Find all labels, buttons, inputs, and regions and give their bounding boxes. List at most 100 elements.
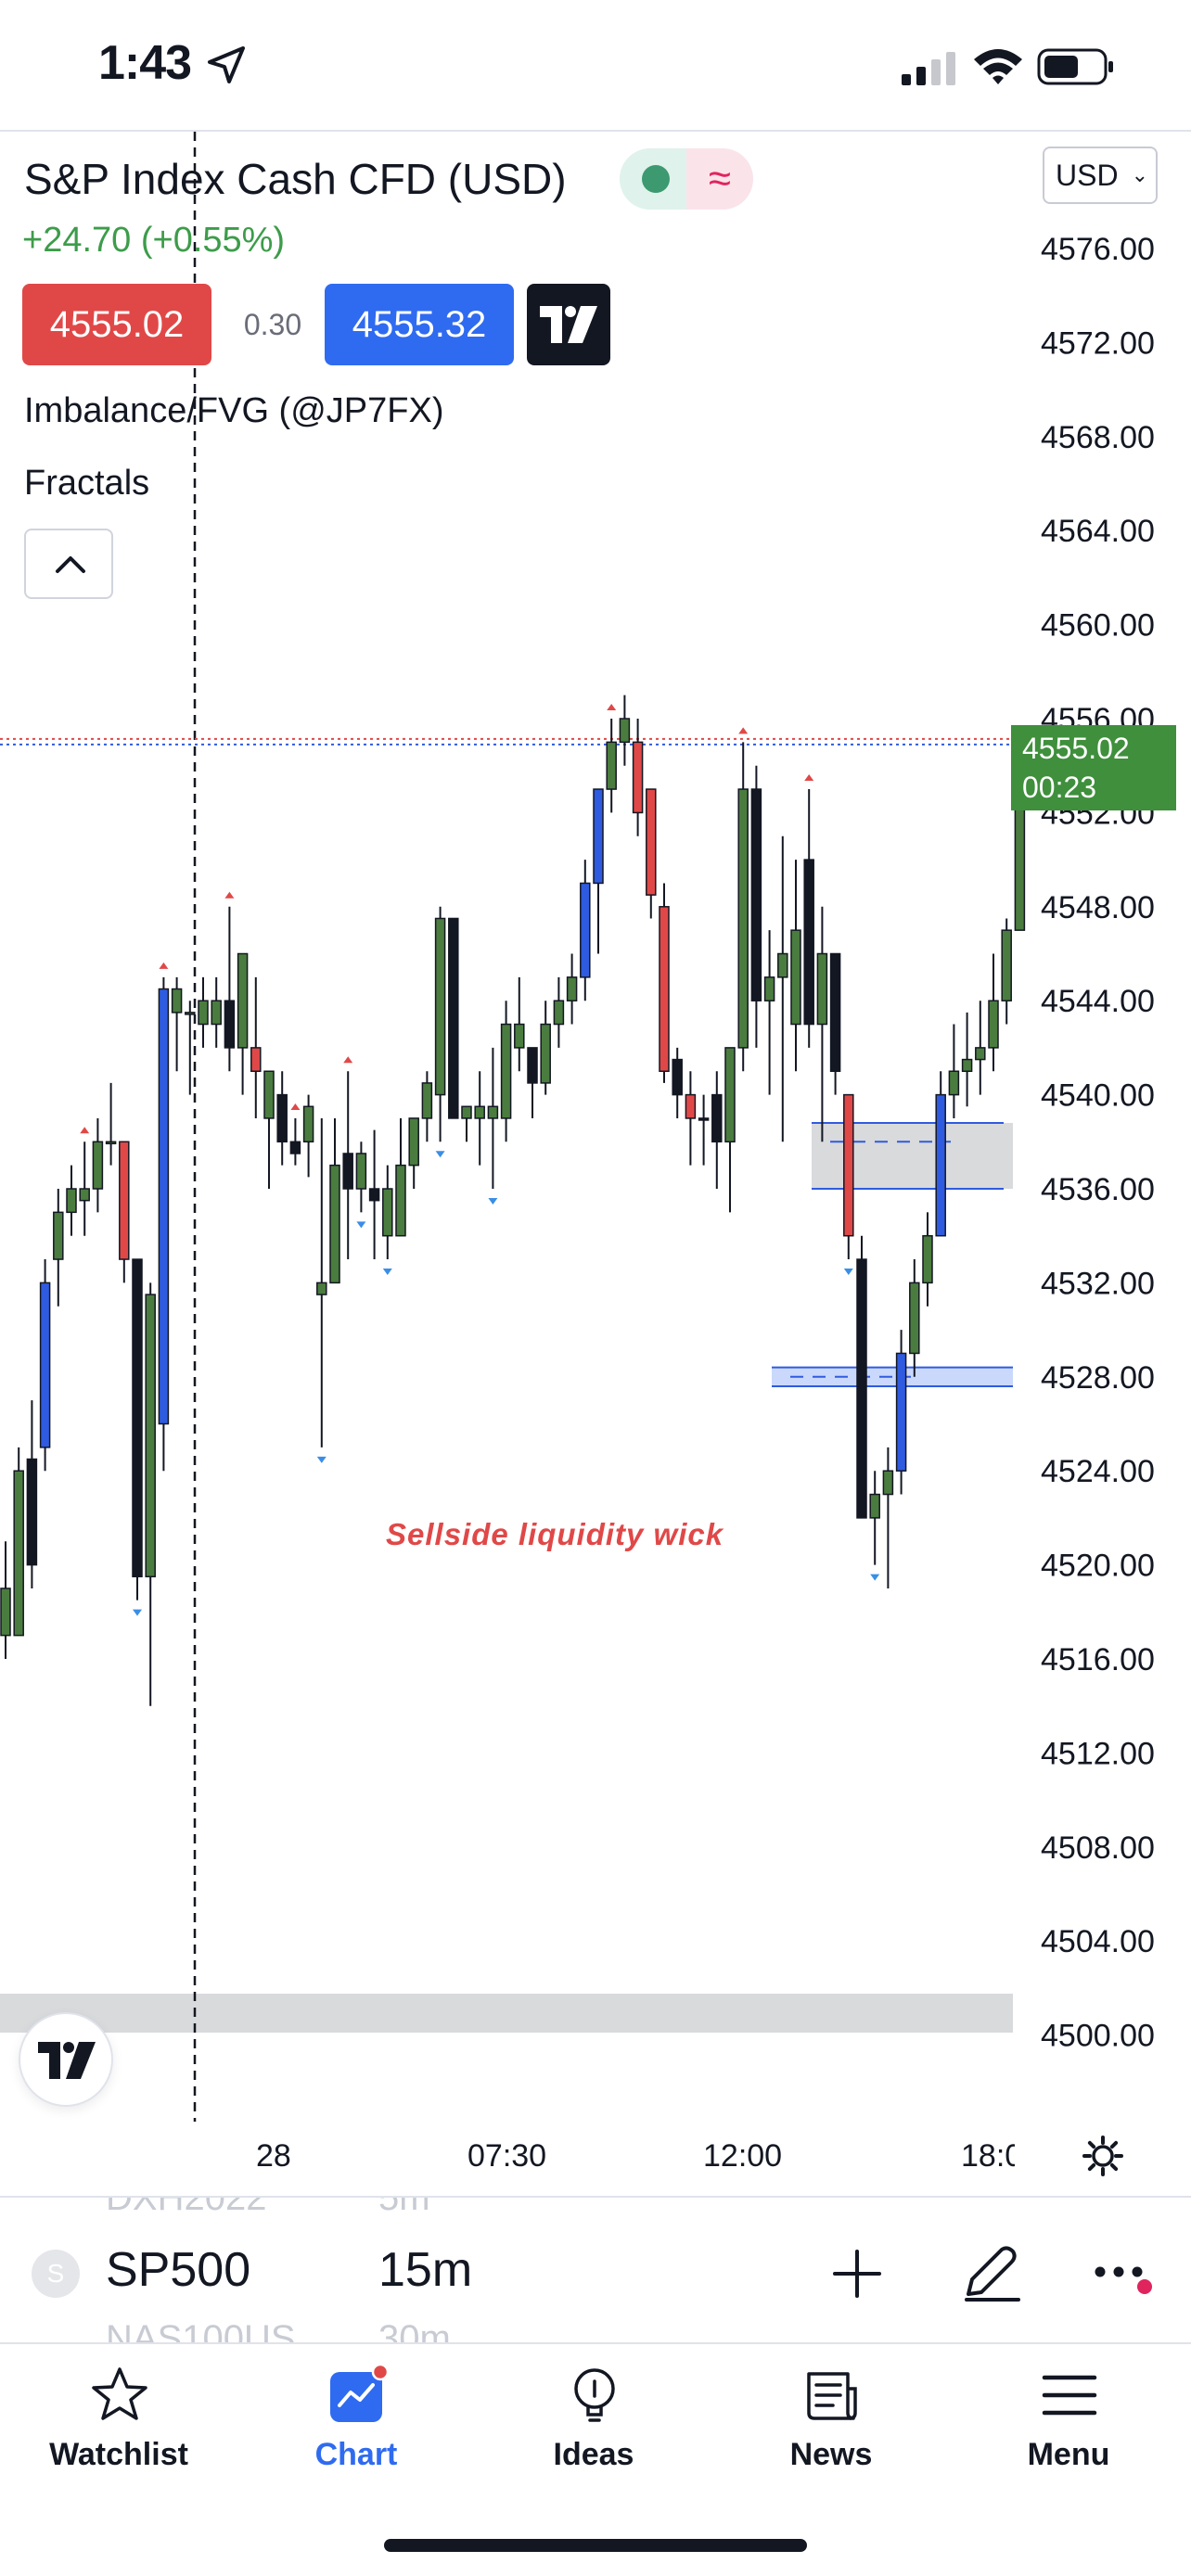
tradingview-floating-button[interactable] (19, 2012, 113, 2107)
nav-label: Menu (1027, 2437, 1110, 2472)
candle-body (619, 718, 631, 744)
candle-body (816, 952, 828, 1026)
candle-body (158, 988, 170, 1425)
price-axis-label: 4512.00 (1041, 1736, 1155, 1771)
candle-body (461, 1105, 472, 1119)
candle-body (514, 1023, 525, 1049)
last-price-label: 4555.02 00:23 (1011, 725, 1176, 810)
nav-chart[interactable]: Chart (237, 2344, 475, 2502)
drawing-tools-pen-icon[interactable] (959, 2238, 1024, 2303)
chart-settings-icon[interactable] (1082, 2135, 1124, 2177)
price-axis-label: 4500.00 (1041, 2019, 1155, 2054)
nav-ideas[interactable]: Ideas (475, 2344, 712, 2502)
fractal-up-marker (159, 962, 169, 969)
add-indicator-plus-icon[interactable] (829, 2246, 885, 2302)
candle-body (527, 1047, 538, 1084)
price-chart[interactable]: 4576.004572.004568.004564.004560.004556.… (0, 132, 1191, 2196)
candle-body (790, 929, 801, 1026)
price-axis-label: 4572.00 (1041, 325, 1155, 361)
candle-body (79, 1188, 90, 1202)
candle-body (53, 1211, 64, 1260)
candle-body (553, 1000, 565, 1026)
news-icon (807, 2372, 857, 2420)
candle-body (66, 1188, 77, 1214)
candle-body (777, 952, 788, 978)
candle-body (487, 1105, 499, 1119)
symbol-title[interactable]: S&P Index Cash CFD (USD) (24, 154, 567, 204)
menu-icon (1042, 2375, 1097, 2416)
chevron-up-icon (56, 556, 85, 573)
candle-body (750, 788, 762, 1001)
candle-body (922, 1234, 933, 1284)
candle-body (843, 1093, 854, 1237)
candle-body (606, 741, 617, 790)
time-axis-label: 28 (256, 2138, 291, 2174)
candle-body (355, 1153, 367, 1190)
candle-body (869, 1493, 880, 1519)
ghost-symbol-above: DXH2022 (106, 2198, 267, 2218)
status-time: 1:43 (98, 36, 192, 90)
time-axis-label: 07:30 (467, 2138, 547, 2174)
candle-body (856, 1258, 867, 1519)
sell-button[interactable]: 4555.02 (22, 284, 211, 365)
candle-body (316, 1282, 327, 1295)
fractal-down-marker (133, 1609, 142, 1616)
price-axis-label: 4504.00 (1041, 1924, 1155, 1959)
nav-label: Watchlist (49, 2437, 188, 2472)
price-axis-label: 4560.00 (1041, 608, 1155, 644)
candle-body (368, 1188, 380, 1202)
fractal-down-marker (356, 1221, 366, 1229)
tradingview-logo-icon (540, 306, 597, 343)
fractal-up-marker (804, 774, 814, 782)
collapse-legend-button[interactable] (24, 529, 113, 599)
currency-value: USD (1056, 159, 1119, 192)
candle-body (763, 976, 775, 1001)
candle-body (132, 1258, 143, 1578)
candle-body (237, 952, 249, 1049)
indicator-legend-fvg[interactable]: Imbalance/FVG (@JP7FX) (24, 391, 443, 431)
price-axis-label: 4524.00 (1041, 1454, 1155, 1489)
price-axis-label: 4528.00 (1041, 1360, 1155, 1396)
candle-body (250, 1047, 262, 1073)
nav-label: Ideas (553, 2437, 634, 2472)
price-axis-label: 4508.00 (1041, 1830, 1155, 1866)
time-axis-label: 18:0 (961, 2138, 1015, 2174)
buy-button[interactable]: 4555.32 (325, 284, 514, 365)
candle-body (803, 859, 814, 1026)
candle-body (263, 1070, 275, 1119)
candle-body (395, 1164, 406, 1237)
nav-label: News (789, 2437, 873, 2472)
fractal-up-marker (290, 1103, 301, 1110)
chart-area[interactable]: 4576.00 4572.00 4568.00 4564.00 4560.00 4556.… (0, 132, 1191, 2196)
spread-value: 0.30 (243, 308, 302, 341)
candle-body (698, 1117, 710, 1121)
market-status-pill[interactable]: ≈ (620, 148, 753, 210)
price-axis-label: 4548.00 (1041, 890, 1155, 925)
fractal-up-marker (80, 1127, 90, 1134)
nav-menu[interactable]: Menu (950, 2344, 1187, 2502)
candle-body (672, 1058, 683, 1096)
nav-watchlist[interactable]: Watchlist (0, 2344, 237, 2502)
indicator-legend-fractals[interactable]: Fractals (24, 464, 149, 504)
currency-select[interactable]: USD ⌄ (1043, 147, 1158, 204)
candle-body (224, 1000, 236, 1049)
battery-icon (1037, 48, 1113, 85)
candle-body (198, 1000, 209, 1026)
chevron-down-icon: ⌄ (1131, 163, 1148, 186)
timeframe-picker[interactable]: 15m (378, 2242, 472, 2298)
candle-body (948, 1070, 960, 1096)
chart-annotation[interactable]: Sellside liquidity wick (386, 1517, 724, 1552)
home-indicator (384, 2539, 807, 2552)
price-axis-label: 4540.00 (1041, 1078, 1155, 1114)
candle-body (145, 1294, 156, 1578)
broker-button[interactable] (527, 284, 610, 365)
more-options-icon[interactable] (1093, 2253, 1152, 2300)
nav-news[interactable]: News (712, 2344, 950, 2502)
fractal-down-marker (870, 1574, 880, 1581)
candle-body (329, 1164, 340, 1284)
symbol-picker[interactable]: SP500 (106, 2242, 250, 2298)
candle-body (211, 1000, 222, 1026)
candle-body (935, 1093, 946, 1237)
tradingview-logo-icon (38, 2042, 96, 2079)
candle-body (566, 976, 578, 1001)
